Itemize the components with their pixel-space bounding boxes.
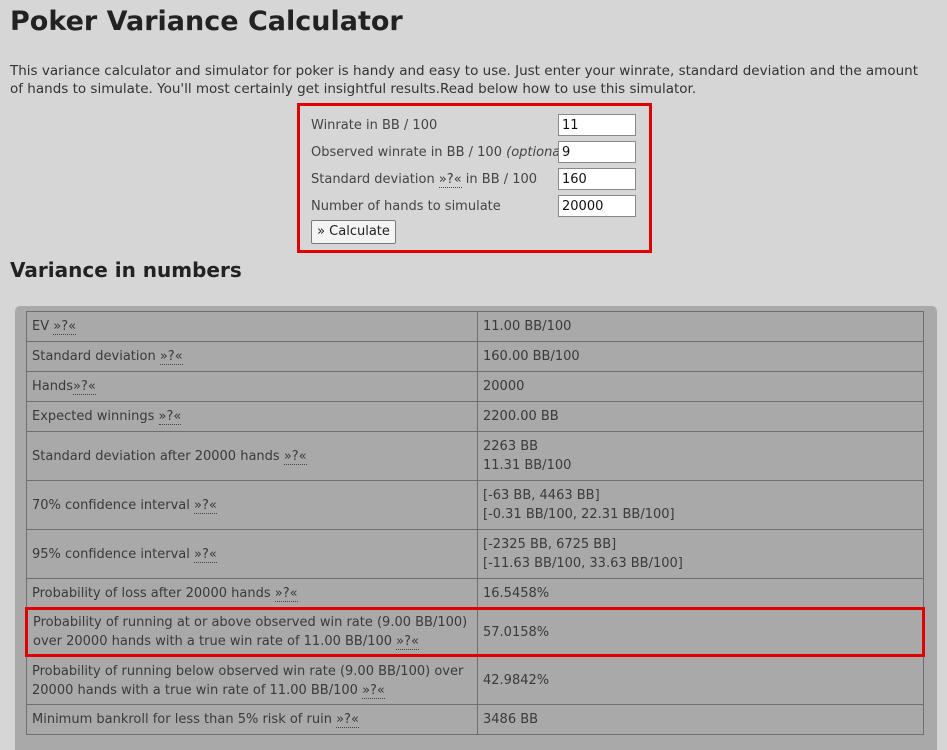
- stddev-label-pre: Standard deviation: [311, 172, 435, 187]
- row-label-stddev-after: Standard deviation after 20000 hands »?«: [26, 431, 478, 481]
- ci95-label: 95% confidence interval: [32, 546, 190, 562]
- hands-row-label: Hands: [32, 379, 74, 394]
- row-label-hands: Hands»?«: [26, 371, 478, 402]
- row-value-prob-below: 42.9842%: [477, 655, 924, 705]
- prob-loss-label: Probability of loss after 20000 hands: [32, 585, 271, 601]
- row-value-stddev-after: 2263 BB 11.31 BB/100: [477, 431, 924, 481]
- stddev-label-post: in BB / 100: [465, 172, 538, 187]
- ci70-bb: [-63 BB, 4463 BB]: [483, 488, 600, 503]
- results-heading: Variance in numbers: [10, 258, 242, 282]
- results-panel: EV »?« 11.00 BB/100 Standard deviation »…: [15, 306, 937, 750]
- row-value-expected-winnings: 2200.00 BB: [477, 401, 924, 432]
- table-row: 70% confidence interval »?« [-63 BB, 446…: [26, 480, 924, 530]
- row-label-prob-above: Probability of running at or above obser…: [25, 607, 478, 657]
- help-link[interactable]: »?«: [73, 379, 96, 395]
- help-link[interactable]: »?«: [274, 585, 298, 602]
- prob-below-label-line2: 20000 hands with a true win rate of 11.0…: [32, 682, 358, 698]
- stddev-label: Standard deviation »?« in BB / 100: [311, 168, 537, 192]
- table-row: Minimum bankroll for less than 5% risk o…: [26, 704, 924, 735]
- ci95-bb: [-2325 BB, 6725 BB]: [483, 537, 617, 552]
- row-label-prob-loss: Probability of loss after 20000 hands »?…: [26, 578, 478, 609]
- prob-above-label-line2: over 20000 hands with a true win rate of…: [33, 634, 393, 649]
- table-row: Standard deviation »?« 160.00 BB/100: [26, 341, 924, 372]
- ci95-bb100: [-11.63 BB/100, 33.63 BB/100]: [483, 556, 683, 571]
- calculator-form: Winrate in BB / 100 Observed winrate in …: [297, 103, 652, 253]
- help-link[interactable]: »?«: [159, 349, 183, 365]
- table-row: 95% confidence interval »?« [-2325 BB, 6…: [26, 529, 924, 579]
- winrate-label: Winrate in BB / 100: [311, 118, 438, 133]
- row-value-hands: 20000: [477, 371, 924, 402]
- help-link[interactable]: »?«: [158, 409, 182, 425]
- table-row: Probability of loss after 20000 hands »?…: [26, 578, 924, 609]
- stddev-input[interactable]: [558, 168, 636, 190]
- table-row: EV »?« 11.00 BB/100: [26, 311, 924, 342]
- row-label-stddev: Standard deviation »?«: [26, 341, 478, 372]
- observed-winrate-input[interactable]: [558, 141, 636, 163]
- winrate-input[interactable]: [558, 114, 636, 136]
- observed-winrate-label: Observed winrate in BB / 100 (optional): [311, 141, 569, 165]
- table-row: Standard deviation after 20000 hands »?«…: [26, 431, 924, 481]
- prob-above-label-line1: Probability of running at or above obser…: [33, 615, 468, 630]
- row-value-ci95: [-2325 BB, 6725 BB] [-11.63 BB/100, 33.63…: [477, 529, 924, 579]
- intro-text: This variance calculator and simulator f…: [10, 63, 919, 97]
- min-bankroll-label: Minimum bankroll for less than 5% risk o…: [32, 712, 332, 727]
- expected-winnings-label: Expected winnings: [32, 409, 155, 424]
- help-link[interactable]: »?«: [396, 634, 419, 650]
- calculate-button[interactable]: » Calculate: [311, 220, 396, 244]
- row-label-ci95: 95% confidence interval »?«: [26, 529, 478, 579]
- help-link[interactable]: »?«: [283, 448, 307, 465]
- help-link[interactable]: »?«: [362, 682, 385, 699]
- help-link[interactable]: »?«: [53, 319, 77, 335]
- row-label-prob-below: Probability of running below observed wi…: [26, 655, 478, 705]
- results-table: EV »?« 11.00 BB/100 Standard deviation »…: [25, 311, 925, 735]
- stddev-after-label: Standard deviation after 20000 hands: [32, 448, 280, 464]
- table-row: Probability of running below observed wi…: [26, 655, 924, 705]
- table-row-highlighted: Probability of running at or above obser…: [25, 607, 925, 657]
- help-link[interactable]: »?«: [194, 546, 217, 563]
- row-value-ev: 11.00 BB/100: [477, 311, 924, 342]
- ci70-label: 70% confidence interval: [32, 497, 190, 513]
- page-title: Poker Variance Calculator: [10, 6, 403, 37]
- table-row: Expected winnings »?« 2200.00 BB: [26, 401, 924, 432]
- row-value-ci70: [-63 BB, 4463 BB] [-0.31 BB/100, 22.31 BB…: [477, 480, 924, 530]
- table-row: Hands»?« 20000: [26, 371, 924, 402]
- row-label-ci70: 70% confidence interval »?«: [26, 480, 478, 530]
- row-label-ev: EV »?«: [26, 311, 478, 342]
- help-link[interactable]: »?«: [194, 497, 217, 514]
- hands-input[interactable]: [558, 195, 636, 217]
- stddev-row-label: Standard deviation: [32, 349, 156, 364]
- prob-below-label-line1: Probability of running below observed wi…: [32, 663, 464, 679]
- help-link[interactable]: »?«: [336, 712, 359, 728]
- ci70-bb100: [-0.31 BB/100, 22.31 BB/100]: [483, 507, 675, 522]
- row-value-stddev: 160.00 BB/100: [477, 341, 924, 372]
- stddev-help-link[interactable]: »?«: [438, 172, 462, 188]
- row-value-prob-above: 57.0158%: [477, 607, 925, 657]
- stddev-after-bb: 2263 BB: [483, 439, 539, 454]
- row-label-min-bankroll: Minimum bankroll for less than 5% risk o…: [26, 704, 478, 735]
- observed-winrate-label-text: Observed winrate in BB / 100: [311, 145, 502, 160]
- hands-label: Number of hands to simulate: [311, 199, 501, 214]
- row-label-expected-winnings: Expected winnings »?«: [26, 401, 478, 432]
- stddev-after-bb100: 11.31 BB/100: [483, 458, 572, 473]
- row-value-prob-loss: 16.5458%: [477, 578, 924, 609]
- row-value-min-bankroll: 3486 BB: [477, 704, 924, 735]
- ev-label: EV: [32, 319, 50, 334]
